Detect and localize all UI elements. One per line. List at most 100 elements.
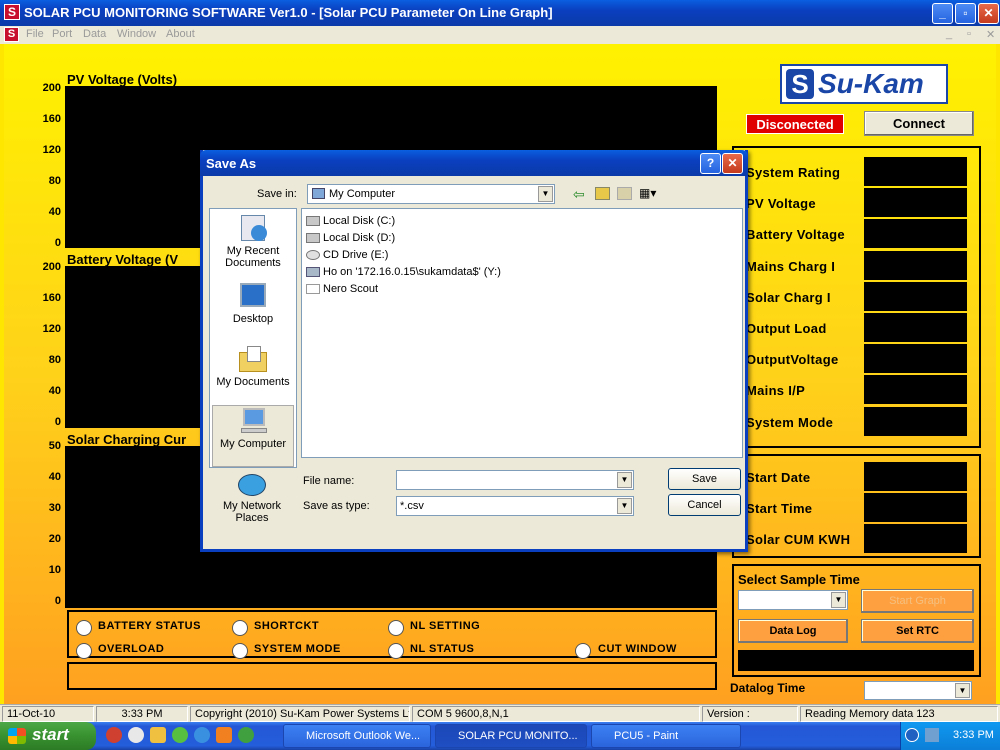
set-rtc-button[interactable]: Set RTC: [861, 619, 974, 643]
mdi-minimize-button[interactable]: _: [946, 28, 952, 40]
chevron-down-icon[interactable]: ▼: [617, 498, 632, 514]
chevron-down-icon[interactable]: ▼: [538, 186, 553, 202]
status-version: Version :: [702, 706, 798, 722]
menu-about[interactable]: About: [166, 28, 195, 40]
date-param-1-label: Start Time: [746, 501, 813, 516]
quicklaunch-icon[interactable]: [216, 727, 232, 743]
menu-data[interactable]: Data: [83, 28, 106, 40]
task-solar-pcu[interactable]: SOLAR PCU MONITO...: [435, 724, 587, 748]
file-list[interactable]: Local Disk (C:) Local Disk (D:) CD Drive…: [301, 208, 743, 458]
status-time: 3:33 PM: [96, 706, 188, 722]
y-tick: 160: [42, 292, 61, 304]
task-paint[interactable]: PCU5 - Paint: [591, 724, 741, 748]
ie-icon[interactable]: [194, 727, 210, 743]
y-tick: 0: [54, 237, 61, 249]
mdi-close-button[interactable]: ✕: [986, 28, 995, 41]
connect-button[interactable]: Connect: [864, 111, 974, 136]
save-as-type-value: *.csv: [400, 500, 424, 512]
back-icon[interactable]: ⇦: [573, 186, 585, 203]
y-tick: 40: [48, 385, 61, 397]
param-0-label: System Rating: [746, 165, 841, 180]
chevron-down-icon[interactable]: ▼: [955, 683, 970, 698]
save-button[interactable]: Save: [668, 468, 741, 490]
save-in-select[interactable]: My Computer ▼: [307, 184, 555, 204]
task-outlook[interactable]: Microsoft Outlook We...: [283, 724, 431, 748]
datalog-time-select[interactable]: ▼: [864, 681, 972, 700]
list-item-nero-scout[interactable]: Nero Scout: [306, 283, 378, 295]
child-window-icon[interactable]: S: [4, 27, 19, 42]
battery-status-radio[interactable]: [76, 620, 92, 636]
place-recent[interactable]: My Recent Documents: [212, 213, 294, 269]
nl-setting-radio[interactable]: [388, 620, 404, 636]
param-3-value: [864, 250, 967, 280]
nl-setting-label: NL SETTING: [410, 620, 481, 632]
menu-file[interactable]: File: [26, 28, 44, 40]
y-tick: 80: [48, 175, 61, 187]
solar-charging-chart-title: Solar Charging Cur: [67, 432, 187, 447]
param-8-label: System Mode: [746, 414, 834, 430]
param-7-value: [864, 375, 967, 405]
close-button[interactable]: ✕: [978, 3, 999, 24]
system-mode-radio[interactable]: [232, 643, 248, 659]
status-reading: Reading Memory data 123: [800, 706, 998, 722]
window-title-bar[interactable]: S SOLAR PCU MONITORING SOFTWARE Ver1.0 -…: [0, 0, 1000, 26]
my-computer-icon: [312, 188, 325, 199]
tray-clock[interactable]: 3:33 PM: [953, 729, 994, 741]
dialog-title: Save As: [206, 156, 257, 171]
quicklaunch-icon[interactable]: [128, 727, 144, 743]
restore-button[interactable]: ▫: [955, 3, 976, 24]
menu-port[interactable]: Port: [52, 28, 72, 40]
chevron-down-icon[interactable]: ▼: [617, 472, 632, 488]
start-graph-button[interactable]: Start Graph: [861, 589, 974, 613]
quicklaunch-icon[interactable]: [106, 727, 122, 743]
y-tick: 200: [42, 261, 61, 273]
place-desktop[interactable]: Desktop: [212, 281, 294, 325]
network-drive-icon: [306, 267, 320, 278]
nl-status-label: NL STATUS: [410, 643, 475, 655]
logo-mark: S: [786, 69, 814, 99]
save-as-type-select[interactable]: *.csv ▼: [396, 496, 634, 516]
overload-radio[interactable]: [76, 643, 92, 659]
list-item-network-drive[interactable]: Ho on '172.16.0.15\sukamdata$' (Y:): [306, 266, 501, 278]
list-item-local-disk-c[interactable]: Local Disk (C:): [306, 215, 395, 227]
menu-window[interactable]: Window: [117, 28, 156, 40]
quicklaunch-icon[interactable]: [172, 727, 188, 743]
network-icon[interactable]: [925, 728, 939, 742]
cut-window-radio[interactable]: [575, 643, 591, 659]
dialog-close-button[interactable]: ✕: [722, 153, 743, 174]
cancel-button[interactable]: Cancel: [668, 494, 741, 516]
minimize-button[interactable]: _: [932, 3, 953, 24]
message-panel: [67, 662, 717, 690]
quicklaunch-icon[interactable]: [150, 727, 166, 743]
chevron-down-icon[interactable]: ▼: [831, 592, 846, 608]
param-6-label: OutputVoltage: [746, 352, 839, 368]
place-my-documents[interactable]: My Documents: [212, 344, 294, 388]
app-icon[interactable]: S: [4, 4, 20, 20]
date-param-1-value: [864, 493, 967, 522]
dialog-title-bar[interactable]: Save As ? ✕: [200, 150, 748, 176]
quicklaunch-icon[interactable]: [238, 727, 254, 743]
place-network[interactable]: My Network Places: [211, 468, 293, 524]
file-name-input[interactable]: ▼: [396, 470, 634, 490]
sample-time-select[interactable]: ▼: [738, 590, 848, 610]
list-item-cd-drive[interactable]: CD Drive (E:): [306, 249, 388, 261]
new-folder-icon[interactable]: [617, 187, 632, 200]
views-menu-icon[interactable]: ▦▾: [639, 186, 656, 200]
shortckt-radio[interactable]: [232, 620, 248, 636]
desktop-icon: [237, 281, 269, 311]
up-folder-icon[interactable]: [595, 187, 610, 200]
start-button[interactable]: start: [0, 722, 96, 750]
list-item-local-disk-d[interactable]: Local Disk (D:): [306, 232, 395, 244]
help-button[interactable]: ?: [700, 153, 721, 174]
nl-status-radio[interactable]: [388, 643, 404, 659]
hard-disk-icon: [306, 233, 320, 244]
mdi-restore-button[interactable]: ▫: [967, 28, 971, 40]
y-tick: 120: [42, 144, 61, 156]
battery-voltage-chart-title: Battery Voltage (V: [67, 252, 179, 267]
save-in-value: My Computer: [329, 188, 396, 200]
datalog-time-label: Datalog Time: [730, 681, 806, 695]
data-log-button[interactable]: Data Log: [738, 619, 848, 643]
tray-chevron-icon[interactable]: [905, 728, 919, 742]
date-param-0-value: [864, 462, 967, 491]
place-my-computer[interactable]: My Computer: [212, 405, 294, 467]
